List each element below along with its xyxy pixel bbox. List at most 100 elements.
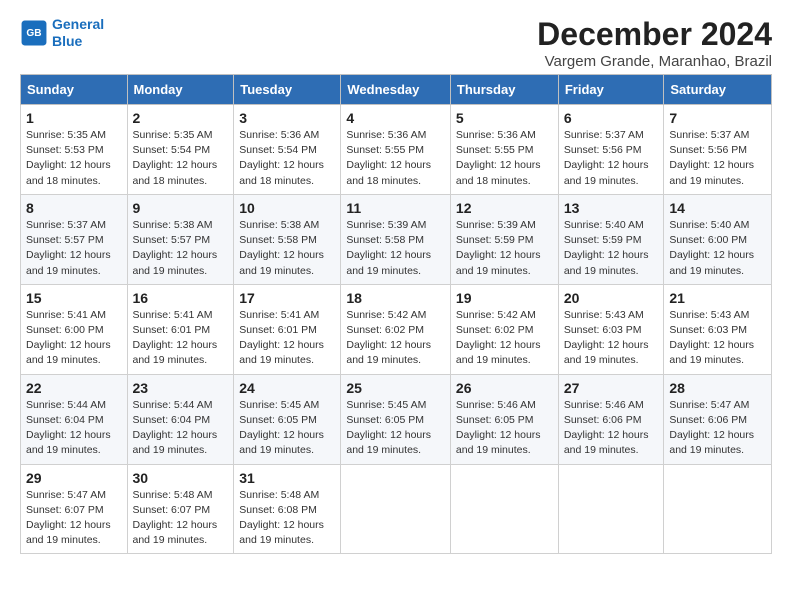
calendar-week-row: 29 Sunrise: 5:47 AM Sunset: 6:07 PM Dayli… [21,464,772,554]
calendar-week-row: 8 Sunrise: 5:37 AM Sunset: 5:57 PM Daylig… [21,194,772,284]
day-info: Sunrise: 5:44 AM Sunset: 6:04 PM Dayligh… [133,398,229,459]
day-info: Sunrise: 5:36 AM Sunset: 5:54 PM Dayligh… [239,128,335,189]
calendar-cell: 31 Sunrise: 5:48 AM Sunset: 6:08 PM Dayli… [234,464,341,554]
month-title: December 2024 [537,16,772,53]
day-info: Sunrise: 5:47 AM Sunset: 6:06 PM Dayligh… [669,398,766,459]
location-subtitle: Vargem Grande, Maranhao, Brazil [537,53,772,70]
calendar-cell: 22 Sunrise: 5:44 AM Sunset: 6:04 PM Dayli… [21,374,128,464]
day-number: 16 [133,290,229,306]
calendar-cell: 8 Sunrise: 5:37 AM Sunset: 5:57 PM Daylig… [21,194,128,284]
header-cell-friday: Friday [558,75,664,105]
day-number: 2 [133,110,229,126]
day-info: Sunrise: 5:37 AM Sunset: 5:56 PM Dayligh… [669,128,766,189]
calendar-body: 1 Sunrise: 5:35 AM Sunset: 5:53 PM Daylig… [21,105,772,554]
calendar-cell: 21 Sunrise: 5:43 AM Sunset: 6:03 PM Dayli… [664,284,772,374]
day-info: Sunrise: 5:35 AM Sunset: 5:54 PM Dayligh… [133,128,229,189]
day-number: 18 [346,290,445,306]
day-number: 7 [669,110,766,126]
day-info: Sunrise: 5:45 AM Sunset: 6:05 PM Dayligh… [346,398,445,459]
day-info: Sunrise: 5:37 AM Sunset: 5:57 PM Dayligh… [26,218,122,279]
day-number: 15 [26,290,122,306]
day-number: 21 [669,290,766,306]
calendar-cell: 30Sunrise: 5:48 AM Sunset: 6:07 PM Dayli… [127,464,234,554]
day-info: Sunrise: 5:40 AM Sunset: 5:59 PM Dayligh… [564,218,659,279]
day-info: Sunrise: 5:36 AM Sunset: 5:55 PM Dayligh… [346,128,445,189]
day-number: 4 [346,110,445,126]
day-info: Sunrise: 5:38 AM Sunset: 5:57 PM Dayligh… [133,218,229,279]
day-info: Sunrise: 5:39 AM Sunset: 5:59 PM Dayligh… [456,218,553,279]
logo-icon: GB [20,19,48,47]
calendar-cell: 27Sunrise: 5:46 AM Sunset: 6:06 PM Dayli… [558,374,664,464]
day-info: Sunrise: 5:41 AM Sunset: 6:01 PM Dayligh… [133,308,229,369]
day-info: Sunrise: 5:44 AM Sunset: 6:04 PM Dayligh… [26,398,122,459]
day-info: Sunrise: 5:41 AM Sunset: 6:00 PM Dayligh… [26,308,122,369]
header-cell-saturday: Saturday [664,75,772,105]
header-cell-sunday: Sunday [21,75,128,105]
day-number: 6 [564,110,659,126]
day-info: Sunrise: 5:40 AM Sunset: 6:00 PM Dayligh… [669,218,766,279]
day-info: Sunrise: 5:38 AM Sunset: 5:58 PM Dayligh… [239,218,335,279]
day-info: Sunrise: 5:41 AM Sunset: 6:01 PM Dayligh… [239,308,335,369]
calendar-cell [450,464,558,554]
day-info: Sunrise: 5:43 AM Sunset: 6:03 PM Dayligh… [564,308,659,369]
day-number: 12 [456,200,553,216]
day-info: Sunrise: 5:37 AM Sunset: 5:56 PM Dayligh… [564,128,659,189]
day-info: Sunrise: 5:46 AM Sunset: 6:06 PM Dayligh… [564,398,659,459]
calendar-cell: 19 Sunrise: 5:42 AM Sunset: 6:02 PM Dayli… [450,284,558,374]
calendar-cell [664,464,772,554]
header-cell-wednesday: Wednesday [341,75,451,105]
day-number: 24 [239,380,335,396]
day-number: 3 [239,110,335,126]
header-cell-tuesday: Tuesday [234,75,341,105]
calendar-cell: 4 Sunrise: 5:36 AM Sunset: 5:55 PM Daylig… [341,105,451,195]
calendar-week-row: 1 Sunrise: 5:35 AM Sunset: 5:53 PM Daylig… [21,105,772,195]
day-info: Sunrise: 5:46 AM Sunset: 6:05 PM Dayligh… [456,398,553,459]
day-info: Sunrise: 5:36 AM Sunset: 5:55 PM Dayligh… [456,128,553,189]
day-info: Sunrise: 5:35 AM Sunset: 5:53 PM Dayligh… [26,128,122,189]
day-number: 31 [239,470,335,486]
day-info: Sunrise: 5:42 AM Sunset: 6:02 PM Dayligh… [346,308,445,369]
calendar-week-row: 15 Sunrise: 5:41 AM Sunset: 6:00 PM Dayli… [21,284,772,374]
day-number: 19 [456,290,553,306]
calendar-header-row: SundayMondayTuesdayWednesdayThursdayFrid… [21,75,772,105]
day-number: 17 [239,290,335,306]
svg-text:GB: GB [26,28,41,39]
day-number: 20 [564,290,659,306]
calendar-cell: 29 Sunrise: 5:47 AM Sunset: 6:07 PM Dayli… [21,464,128,554]
calendar-cell [558,464,664,554]
day-info: Sunrise: 5:42 AM Sunset: 6:02 PM Dayligh… [456,308,553,369]
day-number: 13 [564,200,659,216]
calendar-cell: 20 Sunrise: 5:43 AM Sunset: 6:03 PM Dayli… [558,284,664,374]
day-info: Sunrise: 5:48 AM Sunset: 6:08 PM Dayligh… [239,488,335,549]
calendar-cell: 7 Sunrise: 5:37 AM Sunset: 5:56 PM Daylig… [664,105,772,195]
header-cell-thursday: Thursday [450,75,558,105]
day-number: 5 [456,110,553,126]
calendar-cell: 14Sunrise: 5:40 AM Sunset: 6:00 PM Dayli… [664,194,772,284]
day-number: 23 [133,380,229,396]
day-number: 1 [26,110,122,126]
calendar-cell: 12 Sunrise: 5:39 AM Sunset: 5:59 PM Dayli… [450,194,558,284]
calendar-cell [341,464,451,554]
calendar-cell: 25 Sunrise: 5:45 AM Sunset: 6:05 PM Dayli… [341,374,451,464]
day-number: 30 [133,470,229,486]
logo-text: General Blue [52,16,104,50]
day-info: Sunrise: 5:45 AM Sunset: 6:05 PM Dayligh… [239,398,335,459]
calendar-cell: 24 Sunrise: 5:45 AM Sunset: 6:05 PM Dayli… [234,374,341,464]
day-info: Sunrise: 5:43 AM Sunset: 6:03 PM Dayligh… [669,308,766,369]
calendar-cell: 2 Sunrise: 5:35 AM Sunset: 5:54 PM Daylig… [127,105,234,195]
day-number: 8 [26,200,122,216]
day-number: 9 [133,200,229,216]
calendar-cell: 28Sunrise: 5:47 AM Sunset: 6:06 PM Dayli… [664,374,772,464]
day-number: 11 [346,200,445,216]
day-number: 25 [346,380,445,396]
day-number: 22 [26,380,122,396]
day-number: 29 [26,470,122,486]
calendar-table: SundayMondayTuesdayWednesdayThursdayFrid… [20,74,772,554]
calendar-cell: 17 Sunrise: 5:41 AM Sunset: 6:01 PM Dayli… [234,284,341,374]
calendar-cell: 10Sunrise: 5:38 AM Sunset: 5:58 PM Dayli… [234,194,341,284]
calendar-cell: 3 Sunrise: 5:36 AM Sunset: 5:54 PM Daylig… [234,105,341,195]
calendar-cell: 26Sunrise: 5:46 AM Sunset: 6:05 PM Dayli… [450,374,558,464]
calendar-cell: 16 Sunrise: 5:41 AM Sunset: 6:01 PM Dayli… [127,284,234,374]
title-block: December 2024 Vargem Grande, Maranhao, B… [537,16,772,70]
day-info: Sunrise: 5:47 AM Sunset: 6:07 PM Dayligh… [26,488,122,549]
